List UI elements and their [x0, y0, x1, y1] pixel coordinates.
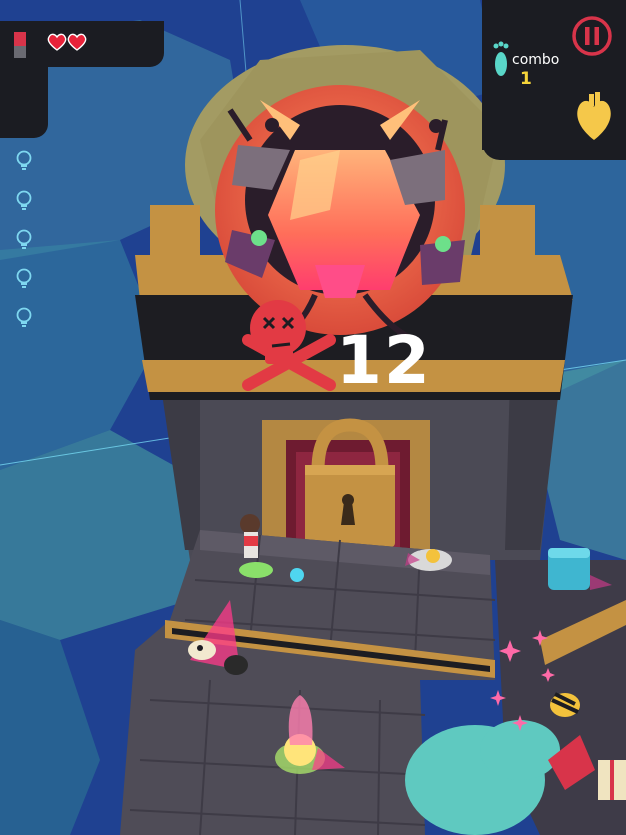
- lightbulb-icon: [16, 150, 32, 170]
- lives-panel-extension: [0, 60, 48, 138]
- lightbulb-icon: [16, 229, 32, 249]
- footprint-icon: [493, 41, 509, 76]
- target-dot: [290, 568, 304, 582]
- pause-button[interactable]: [570, 14, 614, 58]
- combo-panel-notch: [482, 118, 557, 150]
- boss-hit-counter: 12: [336, 322, 432, 399]
- heart-icon: [67, 33, 87, 51]
- combo-label: combo: [512, 52, 560, 68]
- golden-heart-icon[interactable]: [573, 92, 615, 142]
- lightbulb-icon: [16, 268, 32, 288]
- combo-counter: 1: [520, 69, 532, 89]
- lightbulb-icon: [16, 307, 32, 327]
- player-icon: [14, 32, 26, 58]
- lightbulb-icon: [16, 190, 32, 210]
- heart-icon: [47, 33, 67, 51]
